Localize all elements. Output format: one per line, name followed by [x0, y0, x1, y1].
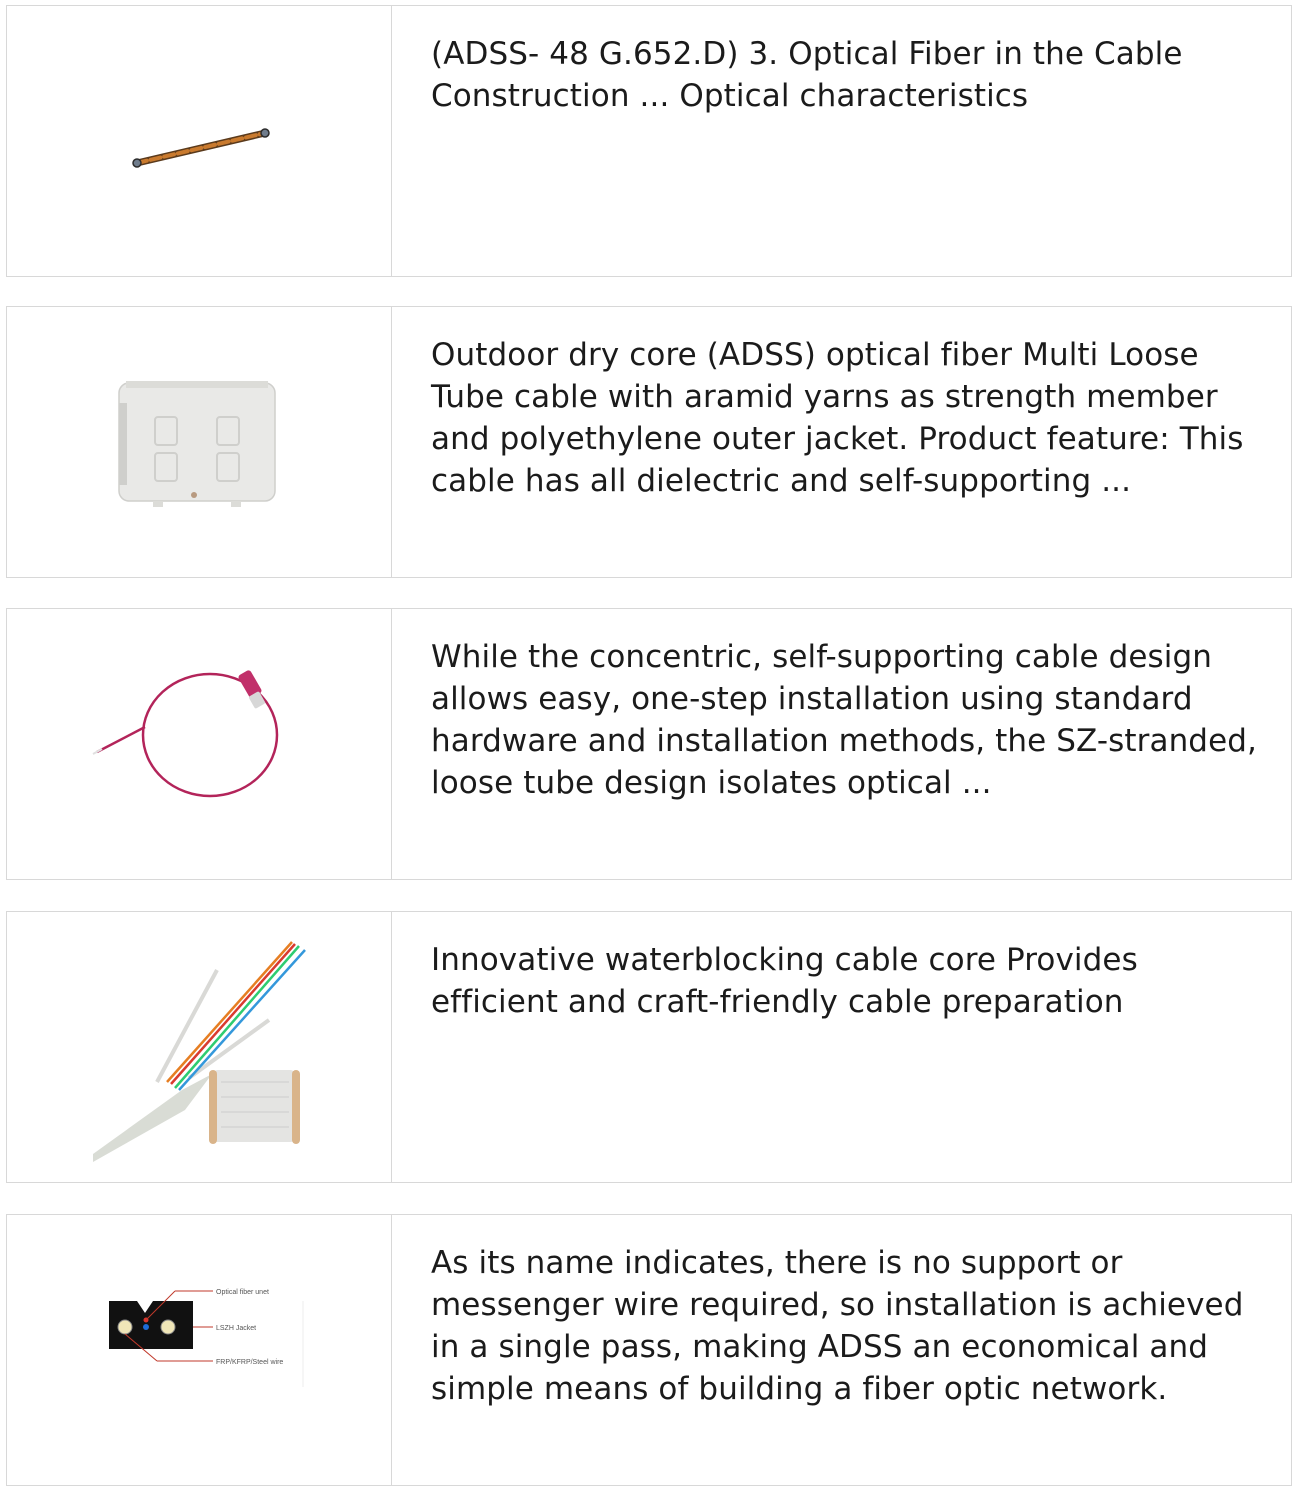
- diagram-label: LSZH Jacket: [216, 1325, 256, 1332]
- product-thumbnail[interactable]: Optical fiber unet LSZH Jacket FRP/KFRP/…: [7, 1215, 392, 1485]
- product-description: Innovative waterblocking cable core Prov…: [431, 942, 1138, 1020]
- product-card[interactable]: (ADSS- 48 G.652.D) 3. Optical Fiber in t…: [6, 5, 1292, 277]
- product-thumbnail[interactable]: [7, 609, 392, 879]
- product-card[interactable]: While the concentric, self-supporting ca…: [6, 608, 1292, 880]
- drop-cable-spool-image: [93, 941, 306, 1162]
- product-description: Outdoor dry core (ADSS) optical fiber Mu…: [431, 337, 1244, 499]
- product-card[interactable]: Innovative waterblocking cable core Prov…: [6, 911, 1292, 1183]
- product-card[interactable]: Outdoor dry core (ADSS) optical fiber Mu…: [6, 306, 1292, 578]
- product-card[interactable]: Optical fiber unet LSZH Jacket FRP/KFRP/…: [6, 1214, 1292, 1486]
- fiber-distribution-box-image: [118, 381, 276, 507]
- diagram-label: Optical fiber unet: [216, 1289, 269, 1296]
- product-thumbnail[interactable]: [7, 307, 392, 577]
- fiber-pigtail-image: [92, 670, 279, 798]
- product-thumbnail[interactable]: [7, 912, 392, 1182]
- product-description: While the concentric, self-supporting ca…: [431, 639, 1257, 801]
- product-description: As its name indicates, there is no suppo…: [431, 1245, 1244, 1407]
- diagram-label: FRP/KFRP/Steel wire: [216, 1359, 283, 1366]
- product-description: (ADSS- 48 G.652.D) 3. Optical Fiber in t…: [431, 36, 1183, 114]
- product-thumbnail[interactable]: [7, 6, 392, 276]
- drop-cable-cross-section-image: Optical fiber unet LSZH Jacket FRP/KFRP/…: [109, 1289, 304, 1387]
- adss-cable-rod-image: [132, 128, 270, 168]
